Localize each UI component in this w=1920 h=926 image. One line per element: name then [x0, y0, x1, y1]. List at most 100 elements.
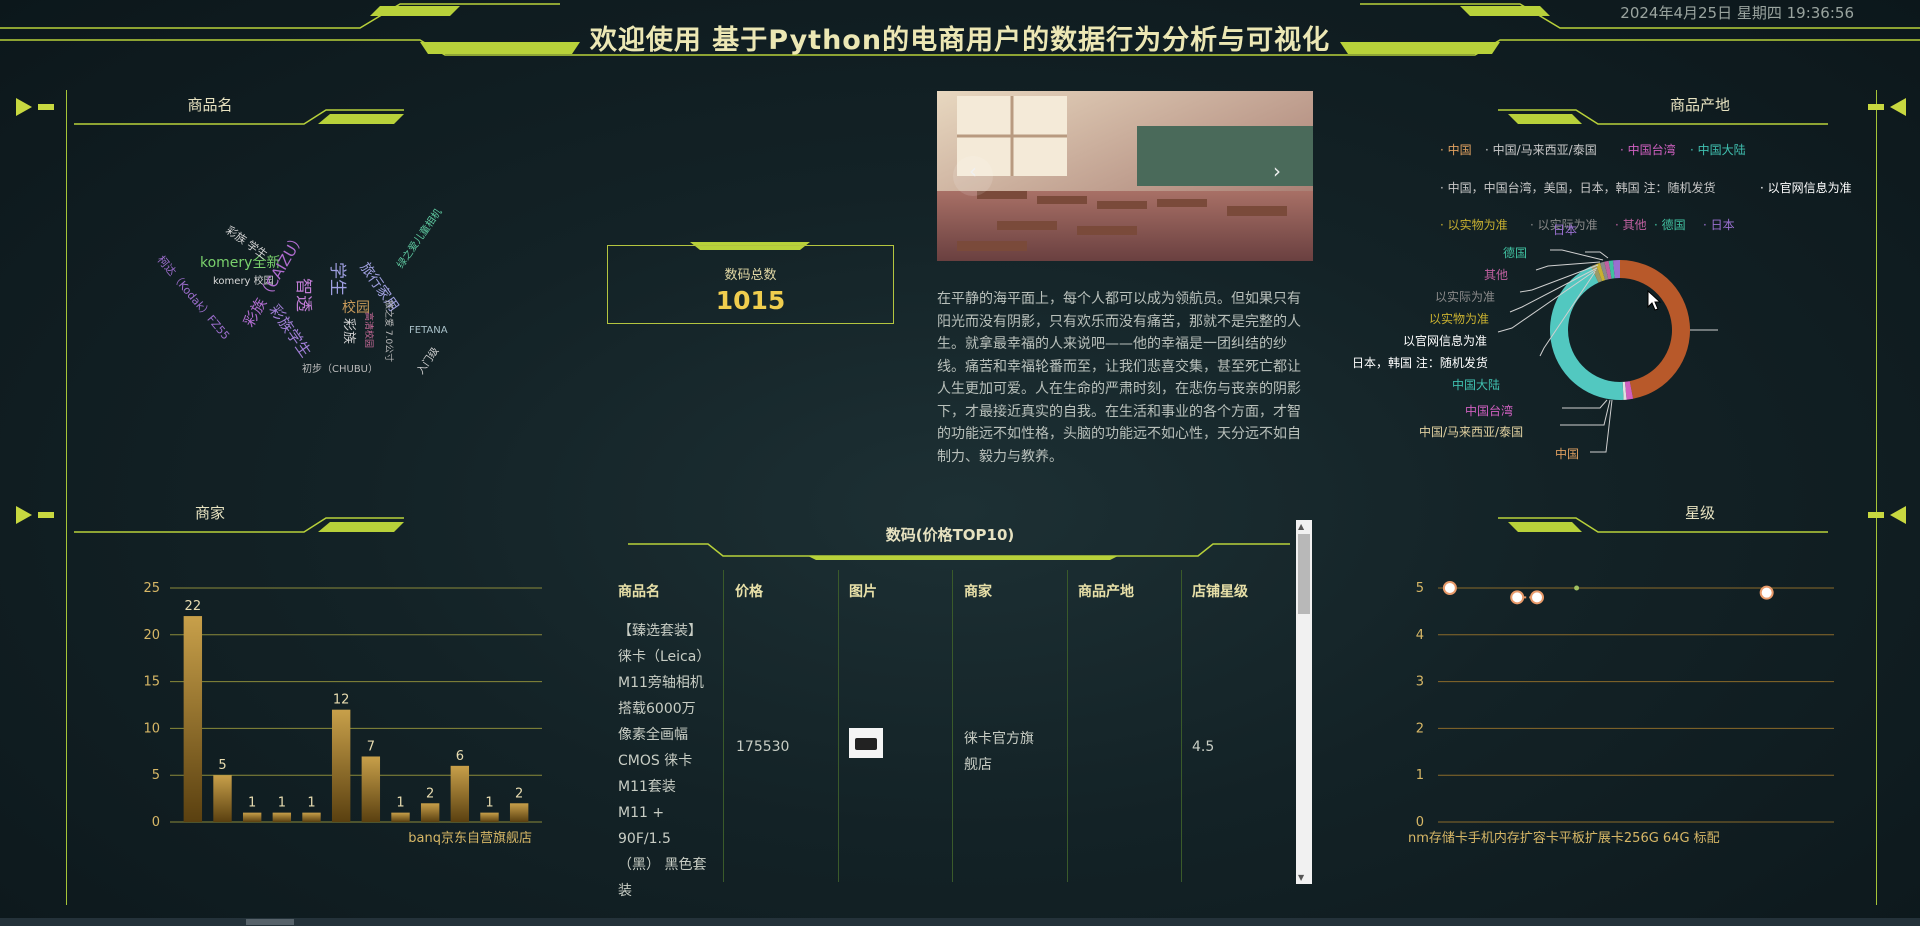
bar[interactable] [242, 812, 262, 822]
bar[interactable] [361, 756, 381, 822]
y-tick-label: 10 [143, 721, 160, 736]
bar[interactable] [272, 812, 292, 822]
y-tick-label: 1 [1416, 768, 1424, 783]
scatter-point[interactable] [1574, 585, 1580, 591]
product-thumbnail[interactable] [849, 728, 883, 758]
scatter-point[interactable] [1510, 590, 1525, 605]
bar-value-label: 1 [278, 796, 286, 811]
pie-legend-item[interactable]: · 中国台湾 [1620, 141, 1676, 158]
table-title: 数码(价格TOP10) [885, 526, 1015, 544]
table-divider [723, 570, 724, 882]
donut-slice[interactable] [1620, 260, 1690, 399]
leader-line [1560, 399, 1611, 426]
panel-title-product-name: 商品名 [187, 96, 233, 114]
donut-label: 以实际为准 [1435, 290, 1496, 304]
table-header-price[interactable]: 价格 [735, 581, 763, 601]
bar-value-label: 2 [515, 786, 523, 801]
table-header-image[interactable]: 图片 [849, 581, 877, 601]
donut-label: 日本，韩国 注：随机发货 [1352, 356, 1488, 370]
y-tick-label: 5 [152, 768, 160, 783]
word-cloud-word: 初步（CHUBU） [302, 364, 379, 375]
image-carousel[interactable]: ‹ › [937, 91, 1313, 261]
table-cell-rating: 4.5 [1192, 739, 1215, 755]
word-cloud-word: 学生 [327, 262, 347, 296]
bar-value-label: 1 [248, 796, 256, 811]
bar[interactable] [302, 812, 321, 822]
classroom-image [937, 91, 1313, 261]
bar[interactable] [450, 765, 470, 822]
left-arrow-icon [16, 506, 54, 524]
pie-legend-item[interactable]: · 中国/马来西亚/泰国 [1485, 141, 1597, 158]
table-cell-name: 【臻选套装】徕卡（Leica）M11旁轴相机搭载6000万像素全画幅CMOS 徕… [618, 623, 707, 899]
page-title: 欢迎使用 基于Python的电商用户的数据行为分析与可视化 [589, 25, 1331, 56]
donut-label: 中国台湾 [1465, 404, 1514, 418]
scatter-point[interactable] [1530, 590, 1544, 605]
y-tick-label: 0 [1416, 815, 1424, 830]
y-tick-label: 15 [143, 675, 160, 690]
bar-value-label: 5 [218, 758, 226, 773]
word-cloud-word: 彩族 [341, 318, 356, 345]
bar[interactable] [420, 803, 440, 822]
table-scrollbar[interactable]: ▲ ▼ [1296, 520, 1312, 884]
bar-value-label: 1 [396, 796, 404, 811]
table-header-origin[interactable]: 商品产地 [1078, 581, 1134, 601]
word-cloud-word: 高清校园 [363, 312, 373, 349]
kpi-box: 数码总数 1015 [607, 245, 894, 324]
page-horizontal-scrollbar[interactable] [0, 918, 1920, 926]
bar[interactable] [213, 775, 232, 822]
scroll-down-icon[interactable]: ▼ [1298, 873, 1304, 882]
y-tick-label: 3 [1416, 675, 1424, 690]
bar[interactable] [183, 616, 203, 822]
panel-title-origin: 商品产地 [1669, 96, 1730, 114]
merchant-bar-chart: 05101520252251 1 112712612banq京东自营旗舰店 [143, 581, 542, 846]
donut-label: 以官网信息为准 [1403, 334, 1488, 348]
donut-label: 其他 [1484, 268, 1509, 282]
word-cloud-word: 智透 [293, 278, 313, 312]
right-arrow-icon [1868, 98, 1906, 116]
bar[interactable] [391, 812, 410, 822]
donut-label: 中国 [1555, 447, 1580, 461]
left-frame-line [66, 90, 67, 905]
pie-legend-item[interactable]: · 中国大陆 [1690, 141, 1746, 158]
rating-scatter-chart: 0 1 2 3 4 5 nm存储卡手机内存扩容卡平板扩展卡256G 64G 标配 [1408, 581, 1834, 846]
donut-label: 中国大陆 [1452, 378, 1501, 392]
scrollbar-thumb[interactable] [1298, 534, 1310, 614]
table-divider [838, 570, 839, 882]
kpi-label: 数码总数 [724, 268, 777, 283]
bar[interactable] [331, 709, 351, 822]
bar-value-label: 7 [367, 739, 375, 754]
leader-line [1562, 399, 1608, 409]
table-header-rating[interactable]: 店铺星级 [1192, 581, 1248, 601]
kpi-value: 1015 [715, 286, 786, 315]
right-arrow-icon [1868, 506, 1906, 524]
y-tick-label: 20 [143, 628, 160, 643]
y-tick-label: 25 [143, 581, 160, 596]
donut-label: 以实物为准 [1429, 312, 1490, 326]
datetime-display: 2024年4月25日 星期四 19:36:56 [1620, 4, 1854, 22]
y-tick-label: 0 [152, 815, 160, 830]
bar[interactable] [509, 803, 529, 822]
scatter-point[interactable] [1442, 581, 1457, 595]
page-scrollbar-thumb[interactable] [246, 919, 294, 925]
pie-legend-item[interactable]: · 中国 [1440, 141, 1472, 158]
scroll-up-icon[interactable]: ▲ [1298, 522, 1304, 531]
carousel-prev-button[interactable]: ‹ [969, 159, 977, 183]
y-tick-label: 2 [1416, 721, 1424, 736]
carousel-next-button[interactable]: › [1273, 159, 1281, 183]
bar-value-label: 12 [333, 693, 350, 708]
table-header-name[interactable]: 商品名 [618, 581, 660, 601]
x-category-label: banq京东自营旗舰店 [408, 830, 532, 846]
leader-line [1585, 251, 1609, 259]
table-divider [1181, 570, 1182, 882]
scatter-point[interactable] [1759, 585, 1774, 600]
table-header-merchant[interactable]: 商家 [964, 581, 992, 601]
right-frame-line [1876, 90, 1877, 905]
donut-label: 日本 [1553, 223, 1578, 237]
description-text: 在平静的海平面上，每个人都可以成为领航员。但如果只有阳光而没有阴影，只有欢乐而没… [937, 291, 1301, 465]
pie-legend-item[interactable]: · 中国，中国台湾，美国，日本，韩国 注：随机发货 [1440, 179, 1715, 196]
bar[interactable] [480, 812, 499, 822]
word-cloud-word: FETANA [409, 325, 448, 336]
table-divider [1067, 570, 1068, 882]
mouse-cursor-icon [1647, 290, 1662, 311]
pie-legend-item[interactable]: · 以官网信息为准 [1760, 179, 1852, 196]
